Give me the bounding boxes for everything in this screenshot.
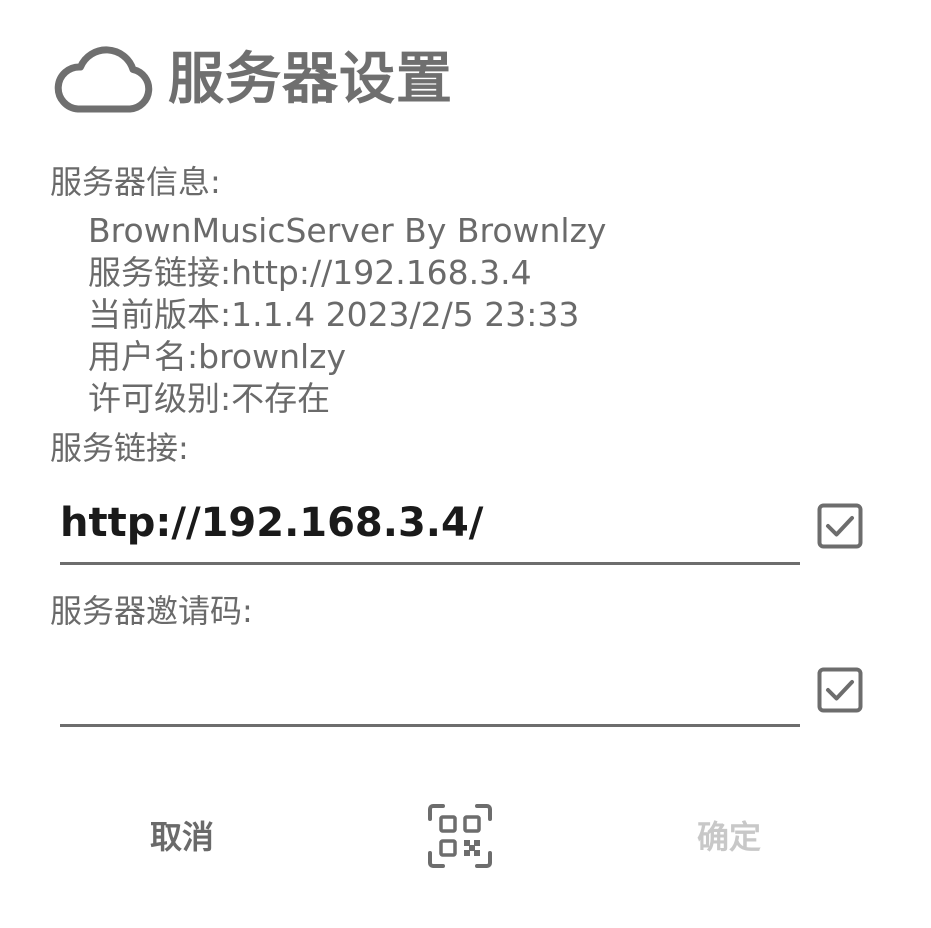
server-info-block: BrownMusicServer By Brownlzy 服务链接:http:/… [88, 210, 606, 420]
dialog-title: 服务器设置 [168, 47, 453, 112]
invite-code-row [60, 651, 870, 727]
invite-code-label: 服务器邀请码: [50, 592, 253, 630]
invite-code-input[interactable] [60, 651, 800, 727]
server-version-line: 当前版本:1.1.4 2023/2/5 23:33 [88, 295, 580, 334]
server-link-label: 服务链接: [50, 429, 189, 467]
cancel-button[interactable]: 取消 [150, 815, 214, 859]
qr-scan-button[interactable] [427, 803, 493, 869]
server-link-input[interactable] [60, 489, 800, 565]
server-link-line: 服务链接:http://192.168.3.4 [88, 253, 532, 292]
server-settings-dialog: 服务器设置 服务器信息: BrownMusicServer By Brownlz… [0, 0, 931, 928]
server-info-label: 服务器信息: [50, 163, 221, 201]
invite-code-checkbox[interactable] [817, 667, 863, 713]
confirm-button[interactable]: 确定 [697, 815, 761, 859]
server-link-checkbox[interactable] [817, 503, 863, 549]
dialog-header: 服务器设置 [50, 40, 453, 120]
username-line: 用户名:brownlzy [88, 337, 347, 376]
qr-code-scan-icon [428, 804, 492, 868]
server-name-line: BrownMusicServer By Brownlzy [88, 211, 607, 250]
server-link-row [60, 489, 870, 565]
license-level-line: 许可级别:不存在 [88, 379, 331, 418]
cloud-icon [54, 46, 153, 113]
dialog-button-bar: 取消 确定 [0, 795, 931, 885]
